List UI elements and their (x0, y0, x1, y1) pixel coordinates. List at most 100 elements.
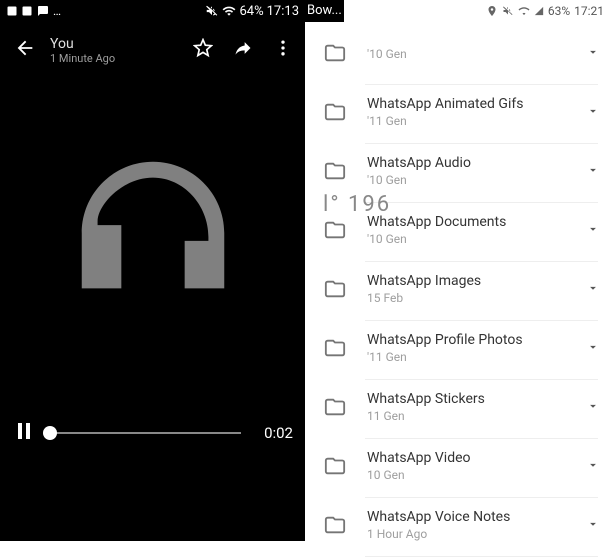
folder-row[interactable]: WhatsApp Images 15 Feb (305, 262, 610, 320)
folder-row[interactable]: WhatsApp Voice Notes 1 Hour Ago (305, 498, 610, 556)
folder-icon-wrap (315, 278, 355, 300)
chevron-down-icon (586, 517, 600, 531)
audio-subtitle: 1 Minute Ago (50, 52, 193, 65)
folder-sub: 11 Gen (367, 409, 586, 423)
back-button[interactable] (14, 37, 36, 63)
folder-row[interactable]: WhatsApp Documents '10 Gen (305, 203, 610, 261)
folder-menu-button[interactable] (586, 516, 600, 535)
folder-sub: '10 Gen (367, 232, 586, 246)
folder-name: WhatsApp Stickers (367, 391, 586, 407)
folder-name: WhatsApp Documents (367, 214, 586, 230)
share-button[interactable] (233, 38, 253, 62)
folder-menu-button[interactable] (586, 280, 600, 299)
folder-icon-wrap (315, 337, 355, 359)
folder-sub: 1 Hour Ago (367, 527, 586, 541)
clock-text: 17:21 (574, 4, 604, 18)
player-topbar: You 1 Minute Ago (0, 22, 305, 78)
share-icon (233, 38, 253, 58)
status-overflow-text: Bow... (305, 0, 344, 22)
wifi-icon (222, 4, 236, 18)
folder-sub: '10 Gen (367, 173, 586, 187)
folder-row[interactable]: WhatsApp Profile Photos'11 Gen (305, 321, 610, 379)
mute-icon (205, 4, 219, 18)
folder-row[interactable]: '10 Gen (305, 26, 610, 84)
folder-name: WhatsApp Animated Gifs (367, 96, 586, 112)
folder-menu-button[interactable] (586, 221, 600, 240)
folder-icon (324, 42, 346, 64)
elapsed-time: 0:02 (251, 424, 293, 442)
folder-icon-wrap (315, 455, 355, 477)
folder-text: WhatsApp Voice Notes 1 Hour Ago (355, 509, 586, 541)
folder-icon-wrap (315, 514, 355, 536)
status-notifications: … (6, 4, 61, 18)
chevron-down-icon (586, 163, 600, 177)
status-bar-left: … 64% 17:13 (0, 0, 305, 22)
topbar-actions (193, 38, 297, 62)
folder-text: '10 Gen (355, 45, 586, 61)
wifi-icon (518, 5, 530, 17)
playback-controls: 0:02 (0, 419, 305, 447)
folder-icon-wrap (315, 219, 355, 241)
location-icon (486, 5, 498, 17)
folder-name: WhatsApp Video (367, 450, 586, 466)
folder-row[interactable]: WhatsApp Stickers 11 Gen (305, 380, 610, 438)
audio-player-screen: … 64% 17:13 You 1 Minute Ago (0, 0, 305, 541)
pause-icon (12, 419, 36, 443)
folder-name: WhatsApp Audio (367, 155, 586, 171)
folder-row[interactable]: WhatsApp Video 10 Gen (305, 439, 610, 497)
folder-icon-wrap (315, 160, 355, 182)
battery-text: 64% (239, 4, 263, 19)
folder-icon (324, 396, 346, 418)
seek-track (46, 432, 241, 434)
folder-text: WhatsApp Animated Gifs '11 Gen (355, 96, 586, 128)
folder-menu-button[interactable] (586, 162, 600, 181)
folder-text: WhatsApp Video 10 Gen (355, 450, 586, 482)
folder-sub: '11 Gen (367, 114, 586, 128)
folder-icon-wrap (315, 396, 355, 418)
folder-sub: 15 Feb (367, 291, 586, 305)
folder-sub: 10 Gen (367, 468, 586, 482)
seek-slider[interactable] (46, 425, 241, 441)
battery-text: 63% (548, 4, 570, 18)
folder-row[interactable]: WhatsApp Audio '10 Gen (305, 144, 610, 202)
chevron-down-icon (586, 45, 600, 59)
status-more: … (53, 4, 61, 18)
audio-title: You (50, 36, 193, 52)
folder-text: WhatsApp Audio '10 Gen (355, 155, 586, 187)
favorite-button[interactable] (193, 38, 213, 62)
folder-sub: '10 Gen (367, 47, 586, 61)
folder-icon-wrap (315, 42, 355, 64)
chevron-down-icon (586, 399, 600, 413)
folder-name: WhatsApp Images (367, 273, 586, 289)
folder-list[interactable]: '10 GenWhatsApp Animated Gifs'11 GenWhat… (305, 22, 610, 557)
folder-icon (324, 455, 346, 477)
folder-menu-button[interactable] (586, 103, 600, 122)
back-arrow-icon (14, 37, 36, 59)
more-button[interactable] (273, 38, 293, 62)
headphones-icon (58, 138, 248, 328)
folder-row[interactable]: WhatsApp Animated Gifs '11 Gen (305, 85, 610, 143)
title-block: You 1 Minute Ago (50, 36, 193, 65)
folder-icon (324, 337, 346, 359)
app-icon (6, 5, 18, 17)
folder-name: WhatsApp Voice Notes (367, 509, 586, 525)
folder-icon (324, 101, 346, 123)
folder-menu-button[interactable] (586, 398, 600, 417)
signal-icon (534, 5, 544, 17)
chat-icon (36, 5, 50, 17)
seek-thumb[interactable] (43, 426, 57, 440)
star-icon (193, 38, 213, 58)
folder-menu-button[interactable] (586, 457, 600, 476)
folder-menu-button[interactable] (586, 44, 600, 63)
chevron-down-icon (586, 458, 600, 472)
folder-text: WhatsApp Documents '10 Gen (355, 214, 586, 246)
folder-icon (324, 514, 346, 536)
status-system: 64% 17:13 (205, 4, 299, 19)
folder-text: WhatsApp Images 15 Feb (355, 273, 586, 305)
folder-menu-button[interactable] (586, 339, 600, 358)
folder-name: WhatsApp Profile Photos (367, 332, 586, 348)
chevron-down-icon (586, 104, 600, 118)
play-pause-button[interactable] (12, 419, 36, 447)
folder-icon-wrap (315, 101, 355, 123)
folder-icon (324, 278, 346, 300)
